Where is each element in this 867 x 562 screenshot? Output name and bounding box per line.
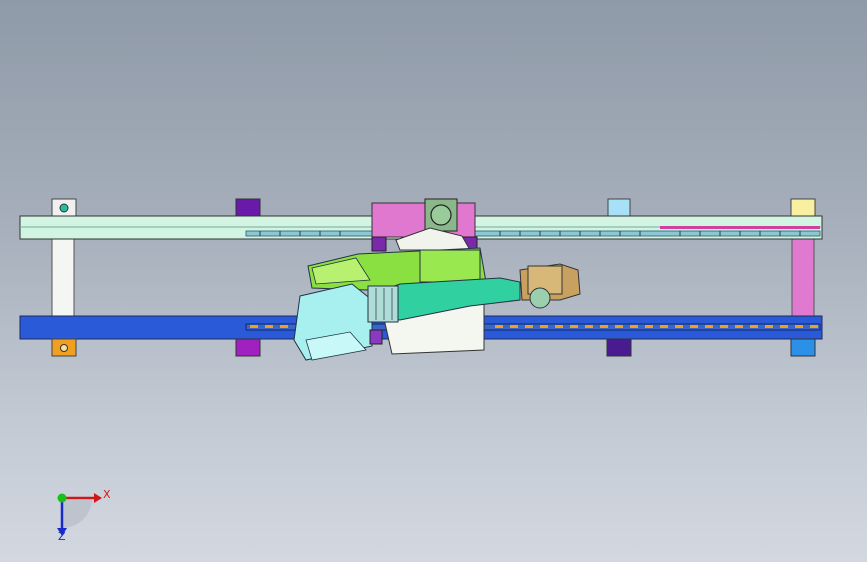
bottom-bracket-right: [790, 338, 816, 357]
bottom-bracket-2: [235, 338, 261, 357]
coordinate-triad: X Z: [40, 478, 120, 548]
gripper-flange: [529, 287, 551, 309]
top-bracket-right: [790, 198, 816, 218]
top-rail-slot: [245, 230, 821, 237]
bottom-bracket-left-hole: [60, 344, 68, 352]
triad-shadow: [62, 500, 92, 529]
robot-gantry-model[interactable]: [0, 0, 867, 562]
x-axis-label: X: [103, 488, 111, 501]
top-bracket-3: [607, 198, 631, 218]
right-support-post: [791, 237, 815, 319]
y-axis-dot: [57, 493, 67, 503]
top-bracket-left-hole: [59, 203, 69, 213]
x-axis-arrowhead: [94, 493, 102, 503]
forearm-joint: [367, 285, 399, 323]
z-axis-label: Z: [58, 530, 66, 543]
cad-viewport[interactable]: X Z: [0, 0, 867, 562]
carriage-motor-shaft: [430, 204, 452, 226]
robot-upper-arm-body: [419, 249, 481, 283]
top-bracket-2: [235, 198, 261, 218]
base-purple-part: [369, 329, 383, 345]
top-rail-rack-pink: [660, 226, 820, 229]
carriage-left-clamp: [371, 236, 387, 252]
bottom-bracket-3: [606, 338, 632, 357]
left-support-post: [51, 237, 75, 319]
